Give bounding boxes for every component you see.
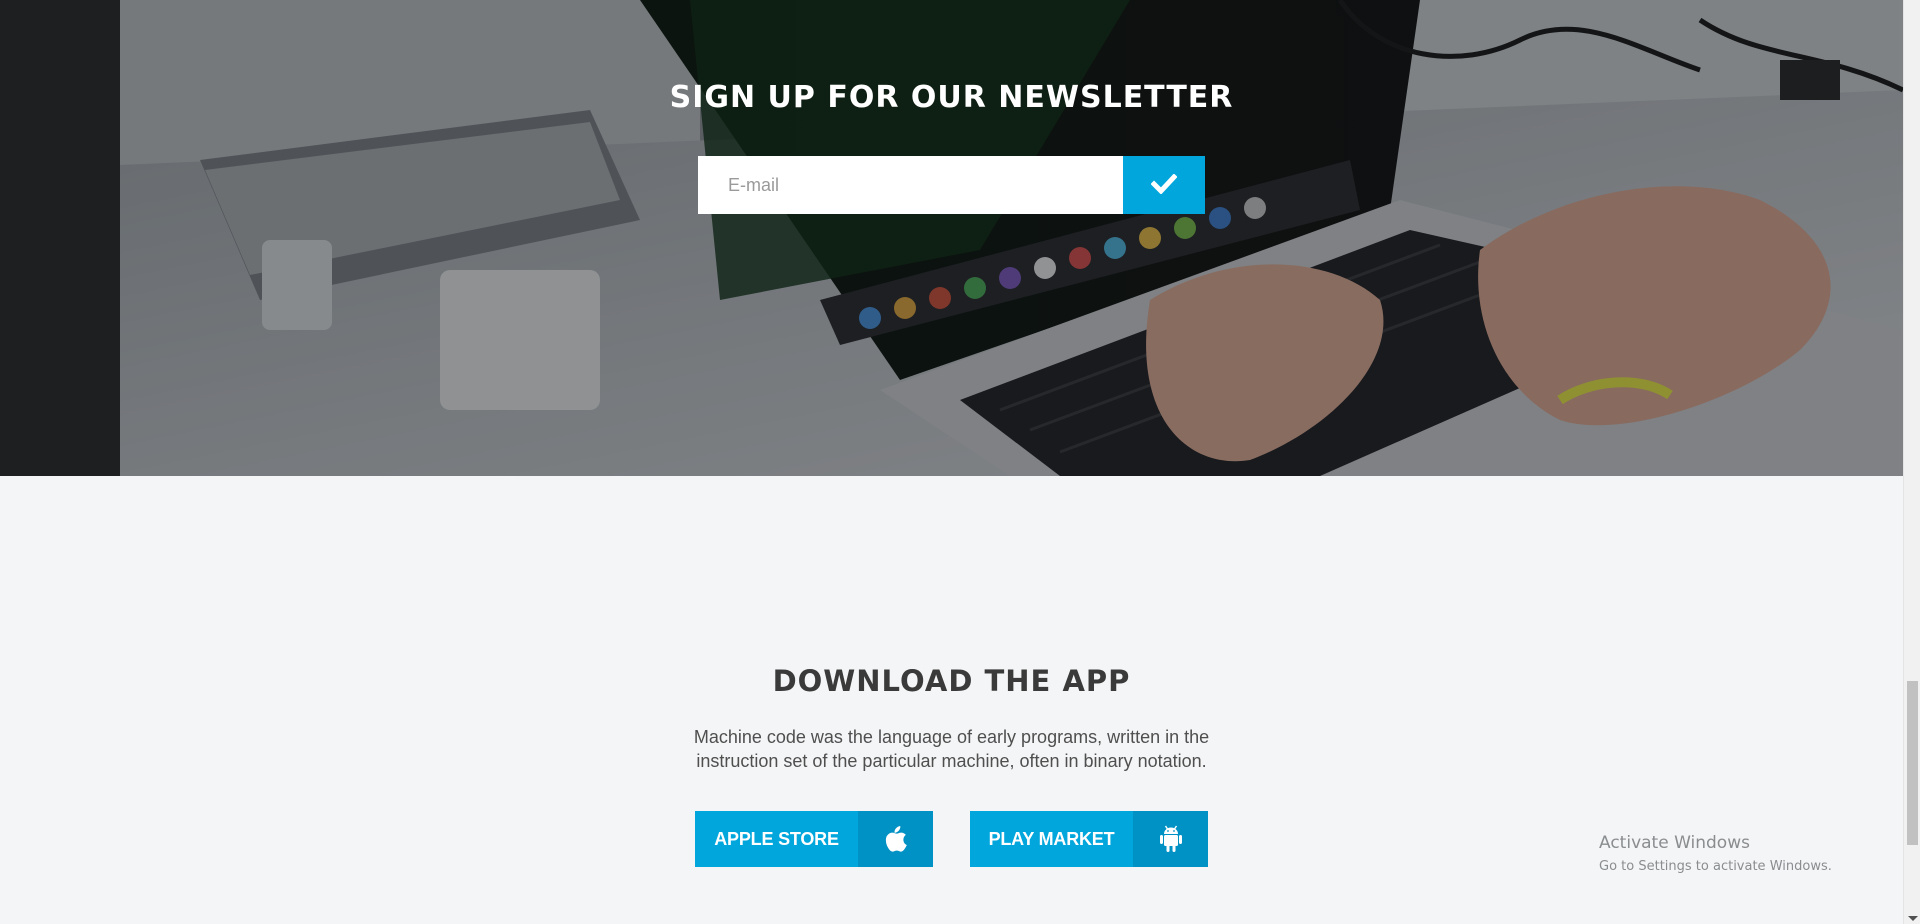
page: SIGN UP FOR OUR NEWSLETTER DOWNLOAD THE …: [0, 0, 1920, 924]
activation-title: Activate Windows: [1599, 833, 1750, 853]
download-title: DOWNLOAD THE APP: [772, 664, 1131, 698]
activation-subtitle: Go to Settings to activate Windows.: [1599, 859, 1832, 874]
hero-overlay: [0, 0, 1903, 476]
apple-store-button[interactable]: APPLE STORE: [695, 811, 933, 867]
scrollbar-thumb[interactable]: [1907, 681, 1918, 845]
apple-icon: [858, 811, 933, 867]
play-market-label: PLAY MARKET: [988, 828, 1115, 849]
apple-store-label: APPLE STORE: [714, 828, 839, 849]
newsletter-section: SIGN UP FOR OUR NEWSLETTER: [0, 0, 1903, 476]
android-icon: [1133, 811, 1208, 867]
download-description: Machine code was the language of early p…: [693, 727, 1210, 771]
windows-activation-watermark: Activate Windows Go to Settings to activ…: [1599, 833, 1832, 874]
check-icon: [1150, 172, 1178, 197]
play-market-button[interactable]: PLAY MARKET: [970, 811, 1208, 867]
newsletter-title: SIGN UP FOR OUR NEWSLETTER: [669, 80, 1234, 115]
scroll-down-arrow-icon[interactable]: [1908, 916, 1918, 921]
email-input[interactable]: [698, 156, 1123, 214]
newsletter-form: [698, 156, 1205, 214]
newsletter-submit-button[interactable]: [1123, 156, 1205, 214]
vertical-scrollbar[interactable]: [1903, 0, 1920, 924]
